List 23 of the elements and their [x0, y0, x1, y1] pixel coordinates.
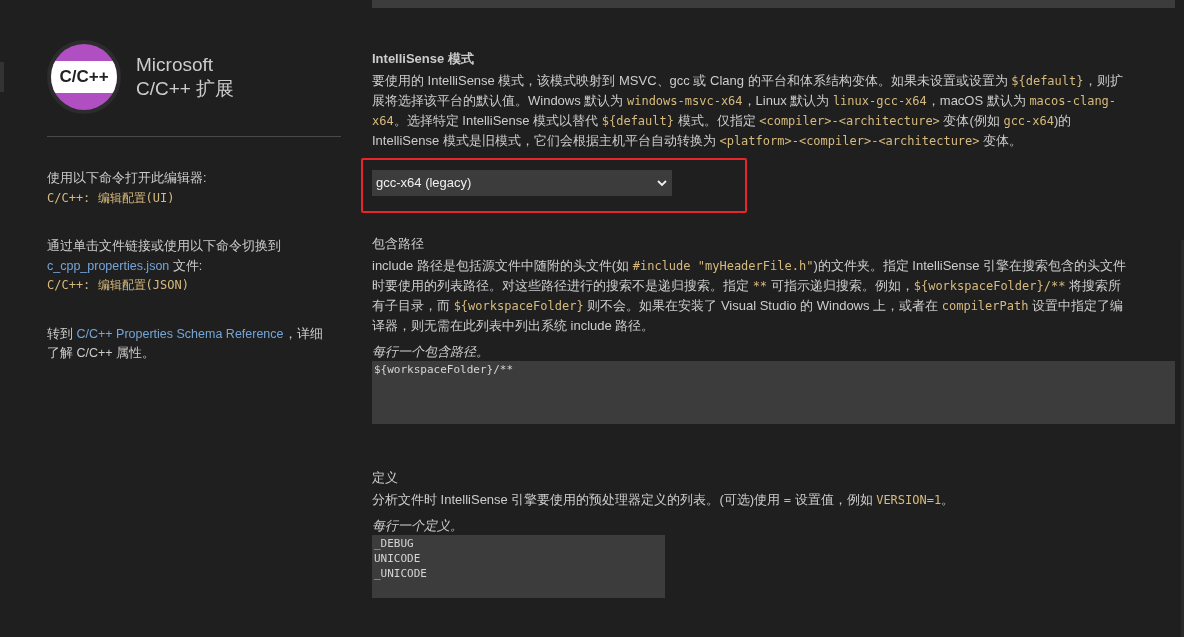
- link[interactable]: C/C++ Properties Schema Reference: [76, 326, 284, 341]
- extension-title: Microsoft C/C++ 扩展: [136, 53, 235, 101]
- logo-icon: [47, 40, 121, 114]
- setting-title: IntelliSense 模式: [372, 50, 475, 68]
- input-hint: 每行一个包含路径。: [372, 343, 490, 361]
- setting-description: 分析文件时 IntelliSense 引擎要使用的预处理器定义的列表。(可选)使用 = 设置值，例如 VERSION=1。: [372, 491, 956, 509]
- input-hint: 每行一个定义。: [372, 517, 464, 535]
- dropdown[interactable]: gcc-x64 (legacy): [372, 170, 672, 196]
- setting-title: 包含路径: [372, 235, 425, 253]
- text-area[interactable]: ${workspaceFolder}/**: [372, 361, 1175, 424]
- command-text: C/C++: 编辑配置(UI): [47, 190, 175, 205]
- sidebar-text: c_cpp_properties.json 文件:: [47, 257, 204, 275]
- setting-description: include 路径是包括源文件中随附的头文件(如 #include "myHeaderFile.h")的文件夹。指定 IntelliSense 引擎在搜索包含的头文件时要使用的列表路径。对这些路径进行的搜索不是递归搜索。指定 ** 可指示递归搜索。例如，${workspaceFolder}/** 将搜索所有子目录，而 ${workspaceFolder} 则不会。如果在安装了 Visual Studio 的 Windows 上，或者在 compilerPath 设置中指定了编译器，则无需在此列表中列出系统 include 路径。: [372, 257, 1127, 335]
- setting-description: 要使用的 IntelliSense 模式，该模式映射到 MSVC、gcc 或 Clang 的平台和体系结构变体。如果未设置或设置为 ${default}，则扩展将选择该平台的默认值。Windows 默认为 windows-msvc-x64，Linux 默认为 linux-gcc-x64，macOS 默认为 macos-clang-x64。选择特定 IntelliSense 模式以替代 ${default} 模式。仅指定 <compiler>-<architecture> 变体(例如 gcc-x64)的 IntelliSense 模式是旧模式，它们会根据主机平台自动转换为 <platform>-<compiler>-<architecture> 变体。: [372, 72, 1124, 150]
- sidebar-text: 转到 C/C++ Properties Schema Reference，详细了解 C/C++ 属性。: [47, 325, 324, 362]
- link[interactable]: c_cpp_properties.json: [47, 258, 170, 273]
- chevron-down-icon: [656, 177, 668, 189]
- text-area[interactable]: _DEBUG UNICODE _UNICODE: [372, 535, 665, 598]
- sidebar-text: 通过单击文件链接或使用以下命令切换到: [47, 239, 281, 253]
- command-text: C/C++: 编辑配置(JSON): [47, 278, 189, 292]
- setting-title: 定义: [372, 469, 399, 487]
- sidebar-text: 使用以下命令打开此编辑器:: [47, 171, 207, 185]
- logo-text: C/C++: [59, 66, 109, 89]
